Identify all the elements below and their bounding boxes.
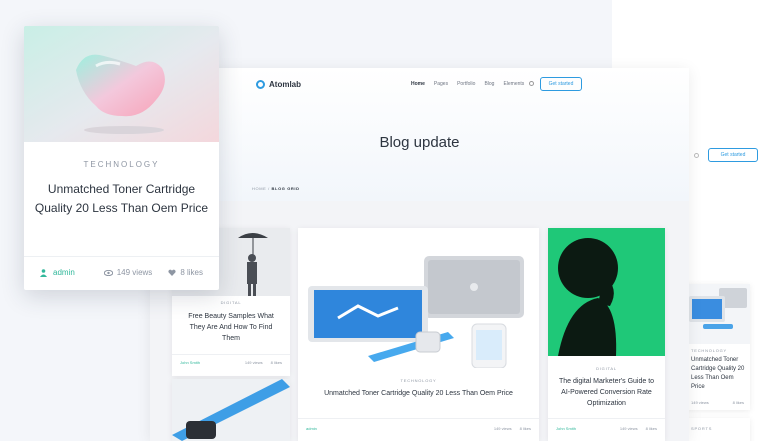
page-title: Blog update xyxy=(379,134,460,151)
card-category: Sports xyxy=(691,426,713,431)
likes-count: 8 likes xyxy=(732,400,744,405)
divider xyxy=(24,256,219,257)
get-started-button[interactable]: Get started xyxy=(708,148,758,162)
author-link[interactable]: admin xyxy=(306,426,486,431)
views-count: 149 views xyxy=(619,426,638,431)
nav-item-portfolio[interactable]: Portfolio xyxy=(457,81,475,87)
card-meta: admin 149 views 8 likes xyxy=(40,268,203,277)
views: 149 views xyxy=(103,268,153,277)
card-image-smartwatch xyxy=(172,379,290,441)
background-blog-card-2[interactable]: Sports xyxy=(685,418,750,441)
background-blog-card[interactable]: Technology Unmatched Toner Cartridge Qua… xyxy=(685,284,750,410)
blog-card[interactable] xyxy=(172,379,290,441)
card-title[interactable]: Free Beauty Samples What They Are And Ho… xyxy=(180,311,282,344)
likes-count: 8 likes xyxy=(519,426,531,431)
card-meta: John Smith 149 views 8 likes xyxy=(180,360,282,365)
author-link[interactable]: John Smith xyxy=(556,426,612,431)
card-title[interactable]: The digital Marketer's Guide to AI-Power… xyxy=(556,376,657,409)
atom-logo-icon xyxy=(256,80,265,89)
card-category: TECHNOLOGY xyxy=(83,160,160,169)
blog-card[interactable]: Digital The digital Marketer's Guide to … xyxy=(548,228,665,441)
get-started-button[interactable]: Get started xyxy=(540,77,582,91)
card-image-silhouette xyxy=(548,228,665,356)
card-title[interactable]: Unmatched Toner Cartridge Quality 20 Les… xyxy=(34,180,209,218)
card-title[interactable]: Unmatched Toner Cartridge Quality 20 Les… xyxy=(691,356,746,392)
card-meta: 149 views 8 likes xyxy=(691,400,744,405)
breadcrumb: Home / Blog grid xyxy=(252,186,300,191)
views-count: 149 views xyxy=(691,400,709,405)
logo-text: Atomlab xyxy=(269,80,301,89)
search-icon xyxy=(694,153,699,158)
author-name: admin xyxy=(53,268,75,277)
user-icon xyxy=(40,268,47,277)
main-nav: Home Pages Portfolio Blog Elements xyxy=(411,81,524,87)
views-count: 149 views xyxy=(493,426,512,431)
nav-item-elements[interactable]: Elements xyxy=(503,81,524,87)
likes-count: 8 likes xyxy=(180,268,203,277)
nav-item-home[interactable]: Home xyxy=(411,81,425,87)
divider xyxy=(172,354,290,355)
card-title[interactable]: Unmatched Toner Cartridge Quality 20 Les… xyxy=(306,388,531,399)
likes-count: 8 likes xyxy=(270,360,282,365)
author-link[interactable]: John Smith xyxy=(180,360,237,365)
search-icon[interactable] xyxy=(529,81,534,86)
nav-item-blog[interactable]: Blog xyxy=(484,81,494,87)
card-category: Technology xyxy=(691,348,728,353)
card-category: Digital xyxy=(220,300,242,305)
heart-icon xyxy=(168,269,176,276)
card-meta: John Smith 149 views 8 likes xyxy=(556,426,657,431)
blog-card[interactable]: Technology Unmatched Toner Cartridge Qua… xyxy=(298,228,539,441)
author-link[interactable]: admin xyxy=(40,268,104,277)
breadcrumb-current: Blog grid xyxy=(271,186,300,191)
card-category: Technology xyxy=(400,378,437,383)
eye-icon xyxy=(103,269,113,276)
card-image-devices xyxy=(298,228,539,368)
views-count: 149 views xyxy=(244,360,263,365)
divider xyxy=(548,418,665,419)
featured-blog-card[interactable]: TECHNOLOGY Unmatched Toner Cartridge Qua… xyxy=(24,26,219,290)
card-category: Digital xyxy=(596,366,617,371)
card-image-abstract-3d xyxy=(24,26,219,142)
breadcrumb-home[interactable]: Home xyxy=(252,186,266,191)
logo[interactable]: Atomlab xyxy=(256,80,301,89)
nav-item-pages[interactable]: Pages xyxy=(434,81,448,87)
browser-window: Atomlab Home Pages Portfolio Blog Elemen… xyxy=(150,68,689,441)
hero-section: Atomlab Home Pages Portfolio Blog Elemen… xyxy=(150,68,689,201)
card-meta: admin 149 views 8 likes xyxy=(306,426,531,431)
likes-count: 8 likes xyxy=(645,426,657,431)
likes[interactable]: 8 likes xyxy=(168,268,203,277)
card-image-laptop xyxy=(685,284,750,344)
divider xyxy=(298,418,539,419)
views-count: 149 views xyxy=(116,268,153,277)
